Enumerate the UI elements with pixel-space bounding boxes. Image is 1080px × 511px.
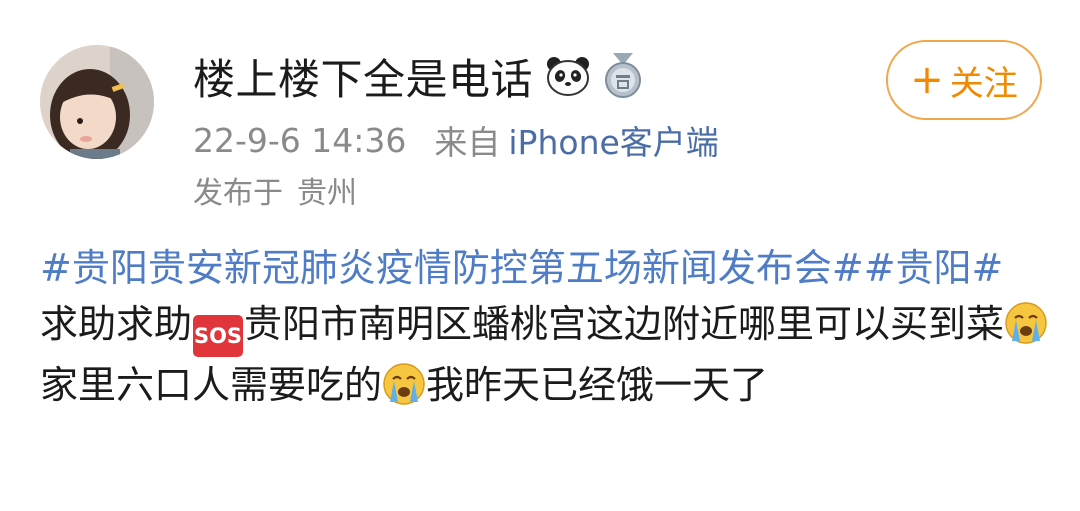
avatar-image: [40, 45, 154, 159]
sos-icon: SOS: [193, 315, 244, 357]
location-label: 发布于: [193, 176, 283, 211]
post-location: 发布于 贵州: [193, 168, 357, 212]
post-content: #贵阳贵安新冠肺炎疫情防控第五场新闻发布会##贵阳# 求助求助SOS贵阳市南明区…: [40, 240, 1050, 413]
post-header: 楼上楼下全是电话 22-9-6 14:36 来自 iPhone客户端 发布于 贵…: [0, 0, 1080, 230]
post-meta: 22-9-6 14:36 来自 iPhone客户端: [193, 116, 719, 164]
post-text: 贵阳市南明区蟠桃宫这边附近哪里可以买到菜: [244, 302, 1005, 346]
panda-icon: [545, 56, 591, 96]
topic-link-guiyang[interactable]: #贵阳#: [864, 246, 1004, 290]
post-text: 求助求助: [40, 302, 193, 346]
location-value: 贵州: [297, 176, 357, 211]
avatar[interactable]: [40, 45, 154, 159]
medal-icon: [603, 53, 643, 99]
username[interactable]: 楼上楼下全是电话: [193, 46, 533, 107]
username-row: 楼上楼下全是电话: [193, 48, 643, 104]
topic-link[interactable]: #贵阳贵安新冠肺炎疫情防控第五场新闻发布会#: [40, 246, 864, 290]
post-text: 家里六口人需要吃的: [40, 363, 383, 407]
post-time: 22-9-6 14:36: [193, 120, 407, 160]
crying-face-icon: [1005, 302, 1047, 344]
source-label: 来自: [434, 123, 501, 162]
follow-label: 关注: [949, 63, 1018, 104]
plus-icon: +: [910, 57, 944, 103]
follow-button[interactable]: + 关注: [886, 40, 1042, 120]
source-link[interactable]: iPhone客户端: [508, 116, 718, 164]
crying-face-icon: [383, 363, 425, 405]
post-text: 我昨天已经饿一天了: [426, 363, 769, 407]
